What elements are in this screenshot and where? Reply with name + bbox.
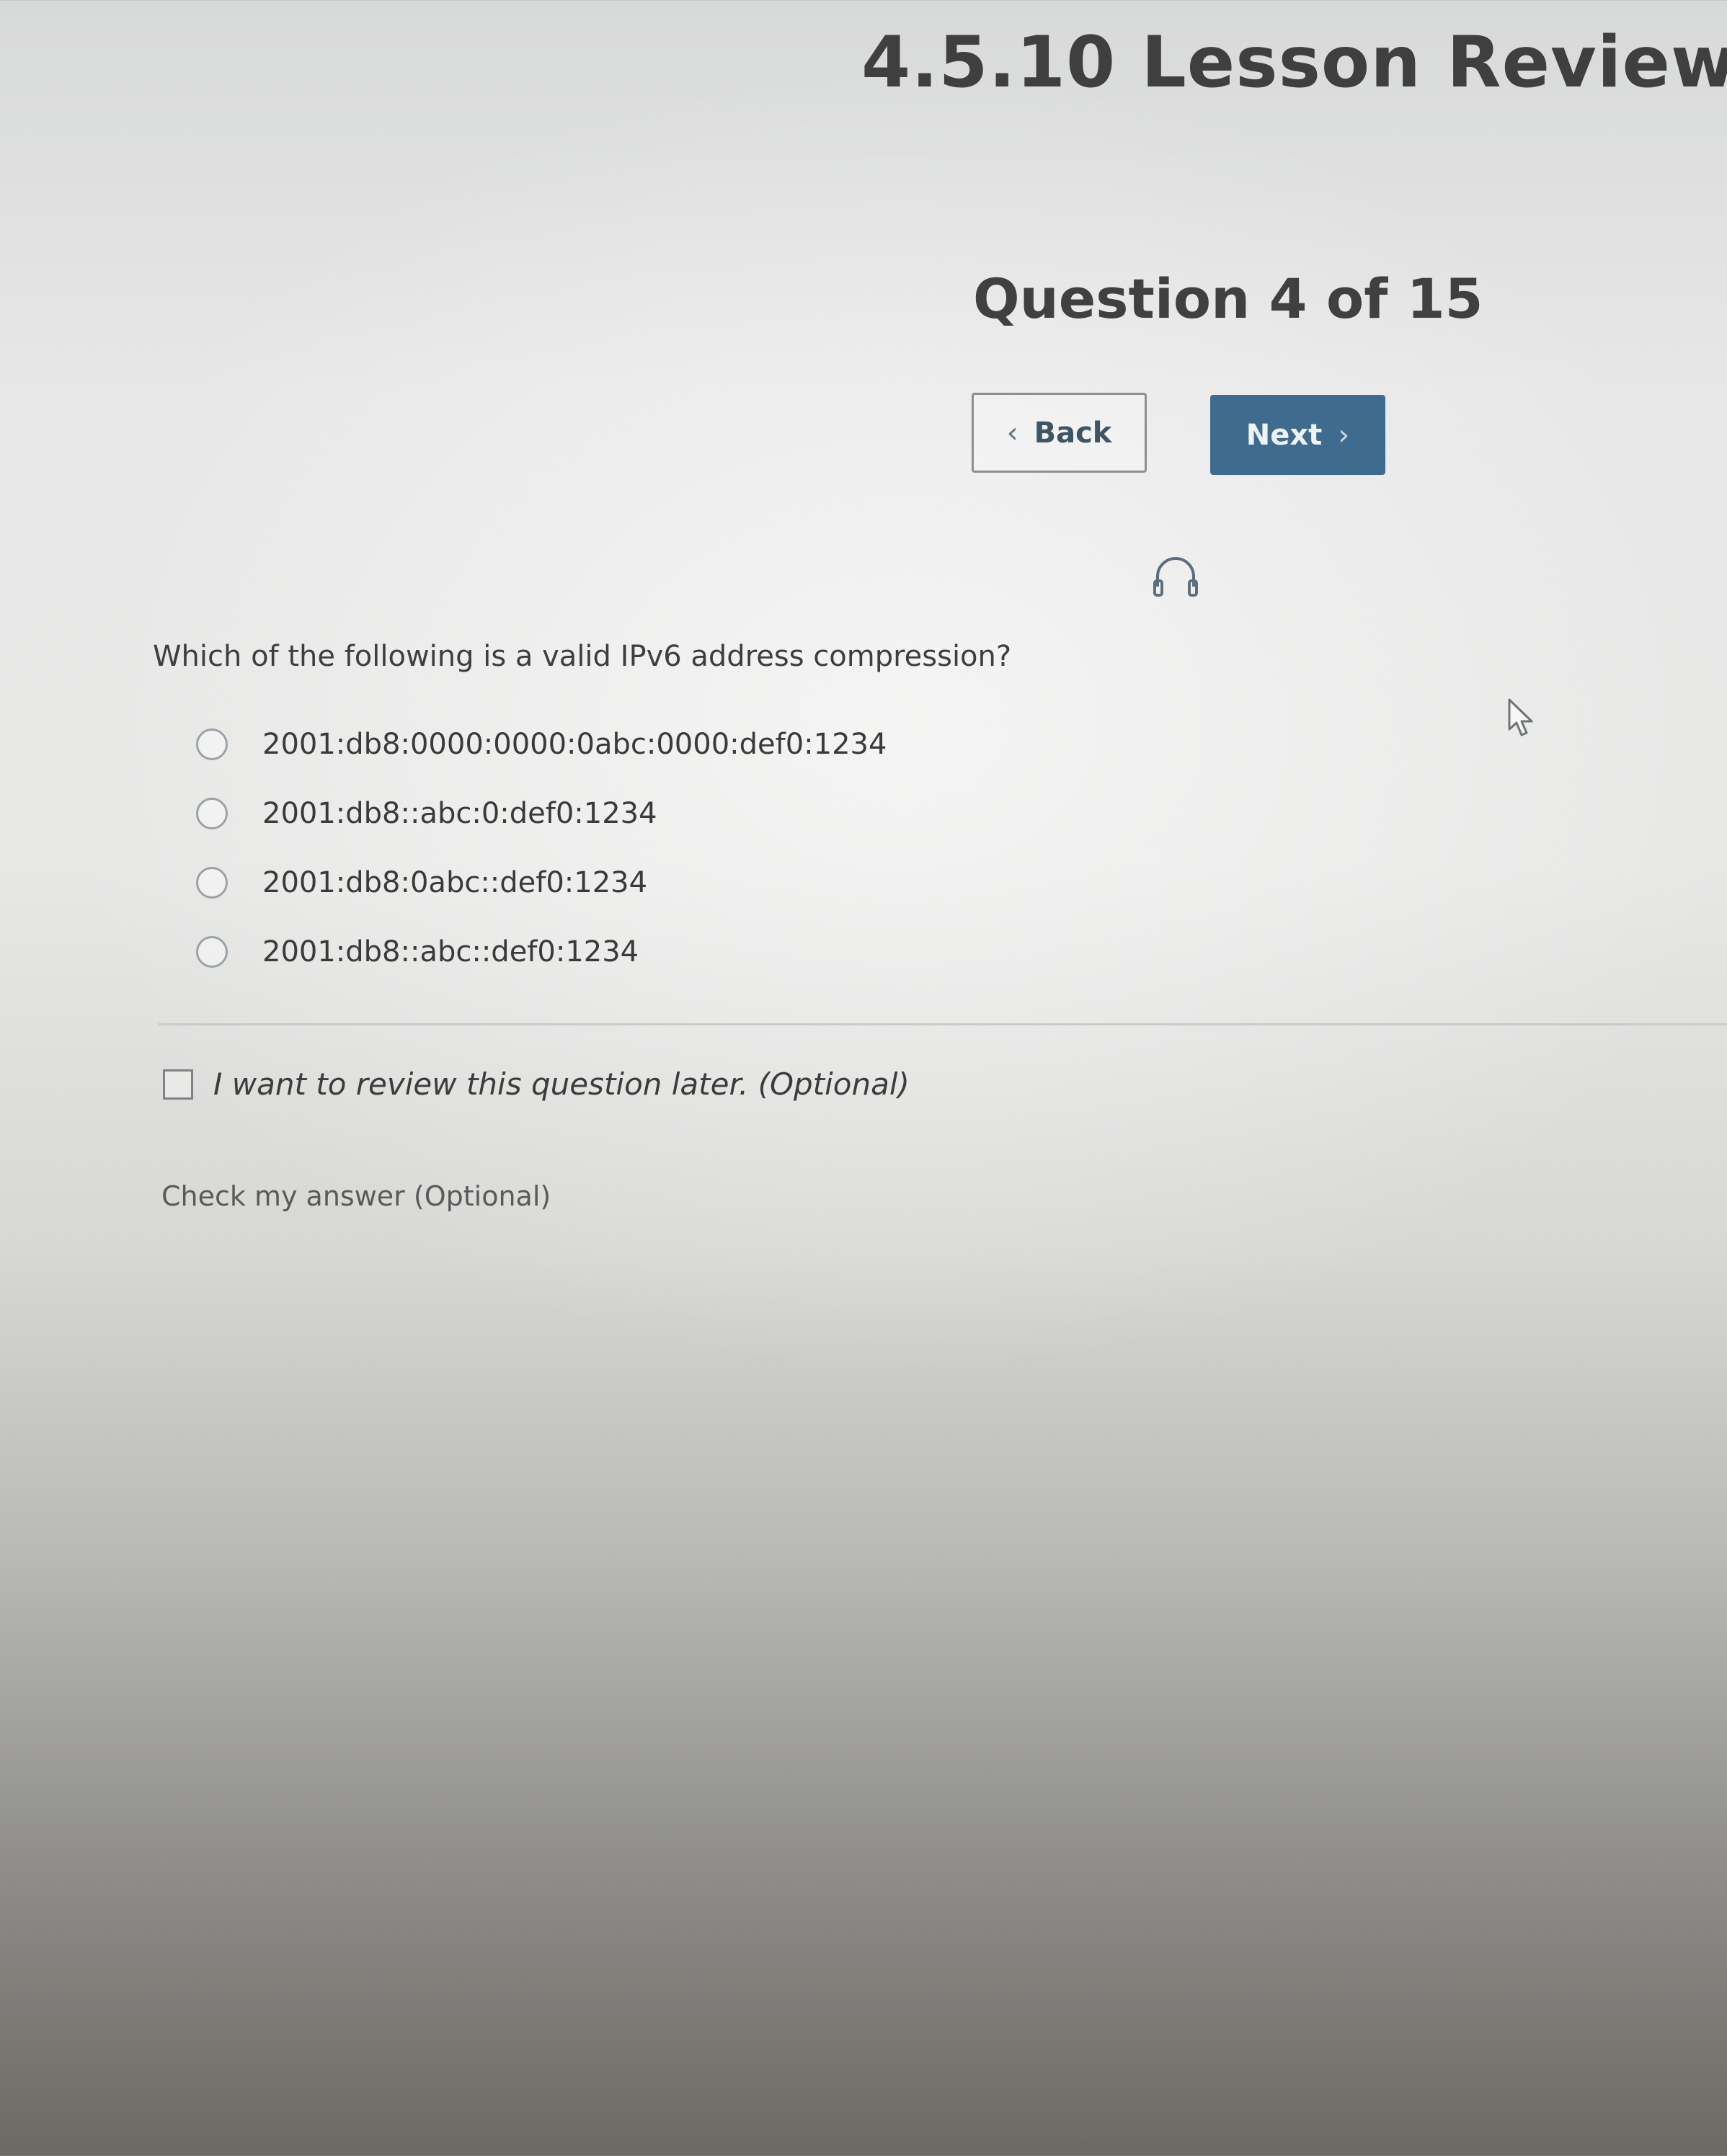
review-later-checkbox[interactable]	[163, 1069, 193, 1100]
answer-option[interactable]: 2001:db8:0000:0000:0abc:0000:def0:1234	[196, 710, 887, 779]
question-prompt: Which of the following is a valid IPv6 a…	[153, 640, 1012, 673]
back-button-label: Back	[1034, 416, 1112, 450]
chevron-right-icon: ›	[1338, 418, 1350, 452]
review-later-checkbox-row[interactable]: I want to review this question later. (O…	[163, 1066, 910, 1102]
answer-option[interactable]: 2001:db8::abc::def0:1234	[196, 917, 887, 986]
check-answer-link[interactable]: Check my answer (Optional)	[161, 1180, 551, 1212]
answer-option-label: 2001:db8::abc::def0:1234	[262, 935, 639, 968]
page-title: 4.5.10 Lesson Review	[861, 22, 1727, 104]
answer-option-label: 2001:db8:0abc::def0:1234	[262, 866, 648, 899]
next-button-label: Next	[1246, 418, 1323, 452]
back-button[interactable]: ‹ Back	[972, 393, 1147, 473]
mouse-cursor-icon	[1508, 698, 1533, 736]
headphones-icon[interactable]	[1152, 555, 1199, 598]
radio-button[interactable]	[196, 798, 228, 829]
answer-option-label: 2001:db8::abc:0:def0:1234	[262, 797, 657, 830]
question-counter: Question 4 of 15	[973, 267, 1483, 331]
radio-button[interactable]	[196, 867, 228, 899]
chevron-left-icon: ‹	[1006, 416, 1018, 450]
next-button[interactable]: Next ›	[1210, 395, 1385, 475]
review-later-label: I want to review this question later. (O…	[213, 1066, 910, 1102]
radio-button[interactable]	[196, 936, 228, 968]
divider	[159, 1023, 1727, 1025]
answer-option[interactable]: 2001:db8:0abc::def0:1234	[196, 848, 887, 917]
radio-button[interactable]	[196, 729, 228, 760]
answer-option-label: 2001:db8:0000:0000:0abc:0000:def0:1234	[262, 728, 887, 761]
answer-options: 2001:db8:0000:0000:0abc:0000:def0:1234 2…	[196, 710, 887, 986]
answer-option[interactable]: 2001:db8::abc:0:def0:1234	[196, 779, 887, 848]
